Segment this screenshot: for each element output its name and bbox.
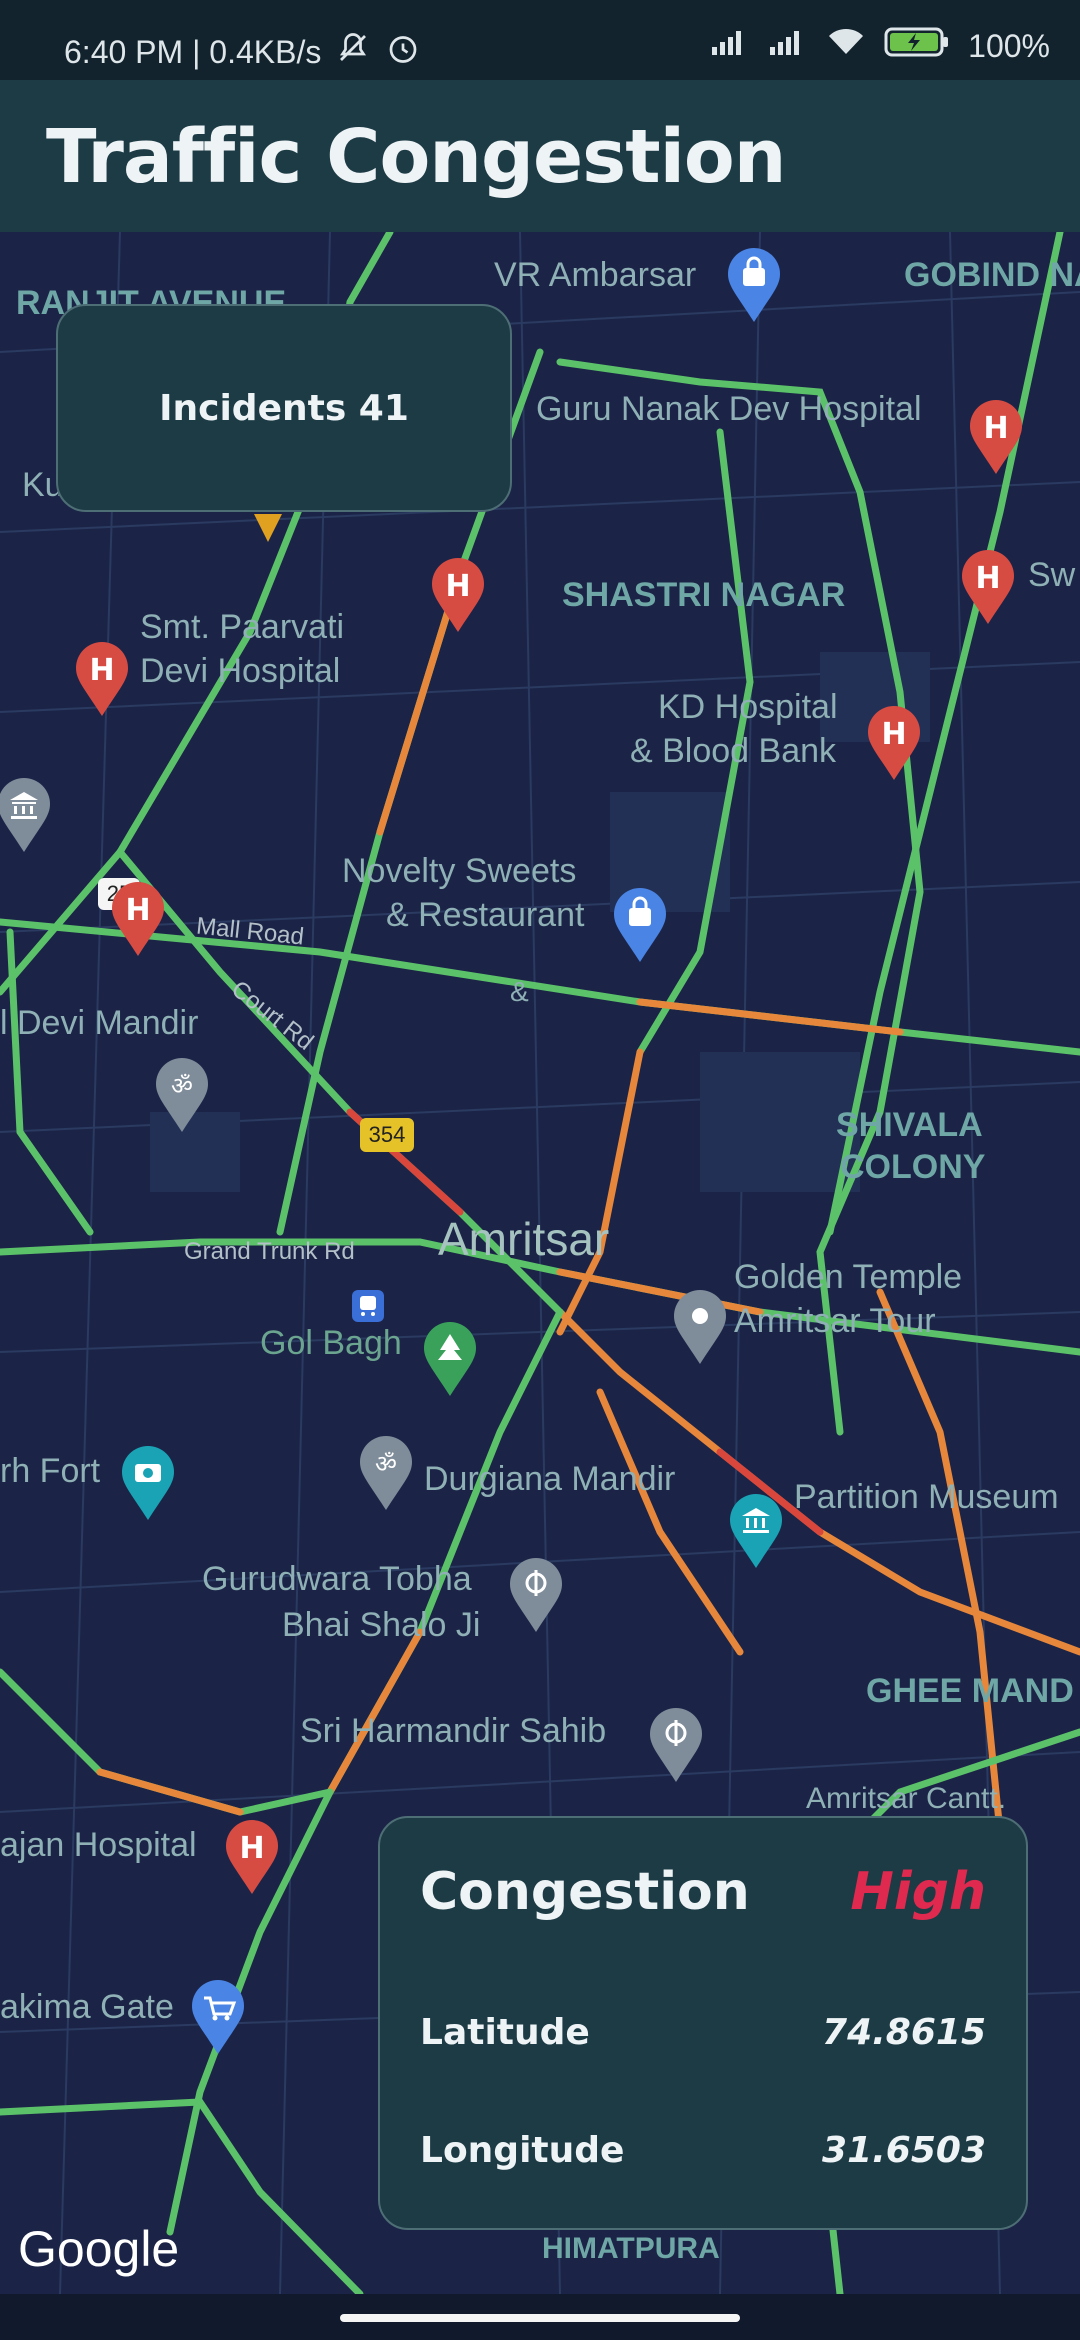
map-label: akima Gate: [0, 1988, 174, 2026]
map-label: & Blood Bank: [630, 732, 837, 770]
map-label: COLONY: [840, 1148, 986, 1186]
incidents-count: Incidents 41: [159, 387, 409, 429]
bank-pin-icon[interactable]: [0, 778, 52, 854]
hospital-pin-icon[interactable]: H: [866, 706, 922, 782]
map-label: &: [510, 976, 529, 1007]
status-left: 6:40 PM | 0.4KB/s: [64, 30, 421, 74]
map-label: Gol Bagh: [260, 1324, 402, 1362]
status-right: 100%: [710, 26, 1050, 66]
map-label: Devi Hospital: [140, 652, 341, 690]
latitude-label: Latitude: [420, 2012, 590, 2053]
hospital-pin-icon[interactable]: H: [430, 558, 486, 634]
temple-pin-icon[interactable]: ॐ: [154, 1058, 210, 1134]
svg-text:H: H: [125, 893, 150, 928]
map-label: Amritsar Cantt.: [806, 1782, 1007, 1815]
cart-pin-icon[interactable]: [190, 1980, 246, 2056]
svg-text:ॐ: ॐ: [171, 1072, 193, 1100]
map-label: Amritsar Tour: [734, 1302, 936, 1340]
map-label: Novelty Sweets: [342, 852, 577, 890]
congestion-info-card: Congestion High Latitude 74.8615 Longitu…: [378, 1816, 1028, 2230]
map-label: Grand Trunk Rd: [184, 1238, 355, 1265]
map-label: GHEE MAND: [866, 1672, 1074, 1710]
status-bar: 6:40 PM | 0.4KB/s 100%: [0, 0, 1080, 80]
park-pin-icon[interactable]: [422, 1322, 478, 1398]
shopping-pin-icon[interactable]: [726, 248, 782, 324]
congestion-row: Congestion High: [420, 1862, 986, 1922]
map-label: KD Hospital: [658, 688, 838, 726]
hospital-pin-icon[interactable]: H: [968, 400, 1024, 476]
map-label: VR Ambarsar: [494, 256, 697, 294]
battery-icon: [884, 26, 950, 66]
svg-text:H: H: [881, 717, 906, 752]
google-logo: Google: [18, 2221, 180, 2277]
map-label: & Restaurant: [386, 896, 585, 934]
place-pin-icon[interactable]: [672, 1290, 728, 1366]
longitude-label: Longitude: [420, 2130, 625, 2171]
svg-text:ॐ: ॐ: [375, 1450, 397, 1478]
longitude-value: 31.6503: [822, 2130, 986, 2171]
map-label: Bhai Shalo Ji: [282, 1606, 481, 1644]
wifi-icon: [826, 27, 866, 65]
longitude-row: Longitude 31.6503: [420, 2130, 986, 2171]
latitude-value: 74.8615: [822, 2012, 986, 2053]
map-label: Smt. Paarvati: [140, 608, 345, 646]
map-label: HIMATPURA: [542, 2232, 720, 2265]
map-label: Partition Museum: [794, 1478, 1059, 1516]
map-label: GOBIND NA: [904, 256, 1080, 294]
map-label: Sw: [1028, 556, 1076, 594]
map-label: Gurudwara Tobha: [202, 1560, 472, 1598]
status-time: 6:40 PM | 0.4KB/s: [64, 33, 322, 70]
map-label: Guru Nanak Dev Hospital: [536, 390, 922, 428]
map-label: l Devi Mandir: [0, 1004, 199, 1042]
latitude-row: Latitude 74.8615: [420, 2012, 986, 2053]
battery-percentage: 100%: [968, 27, 1050, 64]
museum-pin-icon[interactable]: [728, 1494, 784, 1570]
navigation-bar: [0, 2294, 1080, 2340]
svg-text:H: H: [89, 653, 114, 688]
route-shield: 354: [360, 1118, 414, 1152]
congestion-value: High: [850, 1862, 986, 1922]
map-label: SHIVALA: [836, 1106, 983, 1144]
map-label: rh Fort: [0, 1452, 101, 1490]
svg-text:H: H: [975, 561, 1000, 596]
hospital-pin-icon[interactable]: H: [960, 550, 1016, 626]
hospital-pin-icon[interactable]: H: [74, 642, 130, 718]
svg-text:H: H: [445, 569, 470, 604]
transit-icon[interactable]: [350, 1288, 386, 1324]
map-label: SHASTRI NAGAR: [562, 576, 846, 614]
signal-icon: [768, 27, 808, 65]
gurudwara-pin-icon[interactable]: [508, 1558, 564, 1634]
congestion-label: Congestion: [420, 1862, 750, 1922]
shopping-pin-icon[interactable]: [612, 888, 668, 964]
mute-icon: [335, 30, 371, 74]
alarm-icon: [385, 30, 421, 74]
incidents-card: Incidents 41: [56, 304, 512, 512]
signal-icon: [710, 27, 750, 65]
map-label: ajan Hospital: [0, 1826, 197, 1864]
camera-pin-icon[interactable]: [120, 1446, 176, 1522]
app-bar: Traffic Congestion: [0, 80, 1080, 232]
app-title: Traffic Congestion: [46, 114, 786, 200]
svg-text:H: H: [239, 1831, 264, 1866]
map-label: Durgiana Mandir: [424, 1460, 676, 1498]
home-indicator[interactable]: [340, 2314, 740, 2322]
hospital-pin-icon[interactable]: H: [224, 1820, 280, 1896]
map-label: Golden Temple: [734, 1258, 963, 1296]
gurudwara-pin-icon[interactable]: [648, 1708, 704, 1784]
map-label: Sri Harmandir Sahib: [300, 1712, 607, 1750]
map-label: Amritsar: [438, 1213, 610, 1265]
svg-text:H: H: [983, 411, 1008, 446]
temple-pin-icon[interactable]: ॐ: [358, 1436, 414, 1512]
hospital-pin-icon[interactable]: H: [110, 882, 166, 958]
